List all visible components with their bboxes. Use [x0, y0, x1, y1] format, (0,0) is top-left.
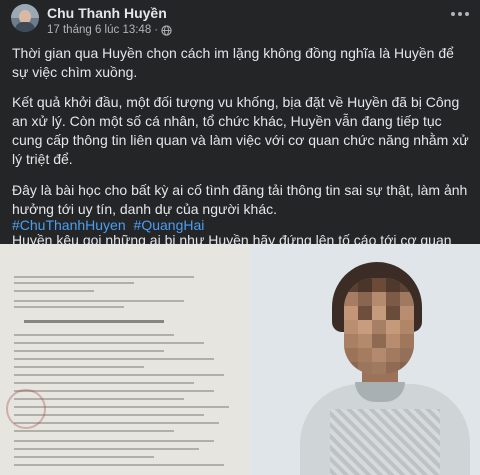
post-timestamp[interactable]: 17 tháng 6 lúc 13:48 — [47, 23, 151, 37]
pixelated-face — [344, 278, 414, 374]
document-image — [0, 244, 250, 475]
author-avatar[interactable] — [11, 4, 39, 32]
meta-separator: · — [154, 24, 159, 36]
hashtag-link[interactable]: #ChuThanhHuyen — [12, 217, 126, 233]
post-photo[interactable] — [0, 244, 480, 475]
post-paragraph: Đây là bài học cho bất kỳ ai cố tình đăn… — [12, 182, 468, 217]
more-horizontal-icon[interactable] — [446, 2, 474, 26]
post-paragraph: Thời gian qua Huyền chọn cách im lặng kh… — [12, 45, 454, 80]
author-name[interactable]: Chu Thanh Huyền — [47, 5, 167, 21]
post-meta: 17 tháng 6 lúc 13:48 · — [47, 23, 172, 37]
hashtag-link[interactable]: #QuangHai — [134, 217, 205, 233]
globe-icon[interactable] — [161, 24, 172, 36]
hashtag-list: #ChuThanhHuyen #QuangHai — [12, 216, 208, 235]
post-header: Chu Thanh Huyền 17 tháng 6 lúc 13:48 · — [0, 0, 480, 40]
post-paragraph: Kết quả khởi đầu, một đối tượng vu khống… — [12, 94, 469, 167]
